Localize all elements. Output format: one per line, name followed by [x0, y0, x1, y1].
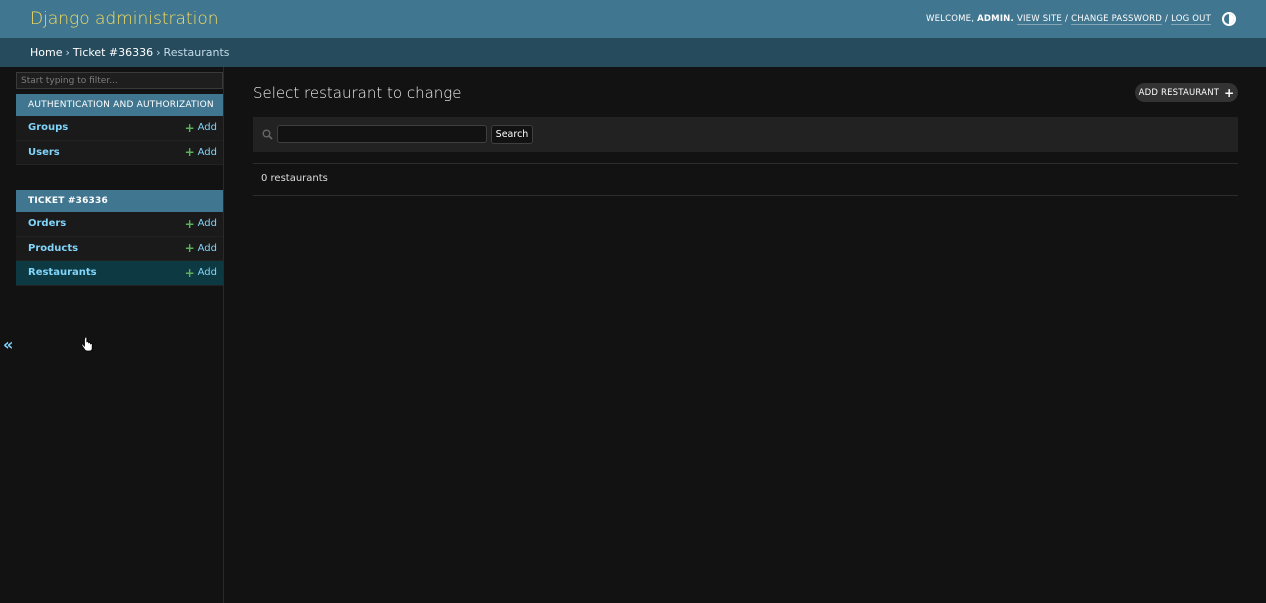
divider: [253, 195, 1238, 196]
user-tools: WELCOME, ADMIN. VIEW SITE / CHANGE PASSW…: [926, 12, 1236, 26]
page-title: Select restaurant to change: [253, 84, 462, 102]
add-products-link[interactable]: + Add: [185, 242, 217, 254]
search-icon: [262, 129, 273, 140]
add-orders-link[interactable]: + Add: [185, 218, 217, 230]
search-toolbar: Search: [253, 117, 1238, 152]
search-button[interactable]: Search: [491, 125, 533, 144]
model-link-restaurants[interactable]: Restaurants: [28, 267, 97, 278]
add-label: Add: [197, 267, 217, 279]
plus-icon: +: [184, 120, 195, 135]
breadcrumb-current: Restaurants: [163, 46, 230, 59]
nav-sidebar: AUTHENTICATION AND AUTHORIZATION Groups …: [15, 67, 224, 603]
add-restaurants-link[interactable]: + Add: [185, 267, 217, 279]
sidebar-item-products: Products + Add: [16, 236, 223, 261]
add-restaurant-button[interactable]: ADD RESTAURANT +: [1135, 83, 1238, 102]
site-header: Django administration WELCOME, ADMIN. VI…: [0, 0, 1266, 38]
hand-cursor-icon: [81, 337, 93, 352]
breadcrumb-home[interactable]: Home: [30, 46, 62, 59]
nav-filter-input[interactable]: [16, 72, 223, 89]
sidebar-item-restaurants: Restaurants + Add: [16, 261, 223, 286]
collapse-sidebar-icon[interactable]: «: [3, 335, 13, 354]
add-label: Add: [197, 146, 217, 158]
plus-icon: +: [184, 145, 195, 160]
plus-icon: +: [1224, 85, 1235, 100]
model-link-orders[interactable]: Orders: [28, 218, 66, 229]
search-input[interactable]: [277, 125, 487, 143]
breadcrumb-separator: ›: [156, 46, 161, 59]
module-auth: AUTHENTICATION AND AUTHORIZATION Groups …: [16, 94, 223, 165]
username: ADMIN.: [977, 14, 1014, 24]
theme-toggle-icon[interactable]: [1222, 12, 1236, 26]
welcome-text: WELCOME,: [925, 14, 975, 24]
module-caption[interactable]: TICKET #36336: [16, 190, 223, 212]
divider: [253, 163, 1238, 164]
breadcrumb-separator: ›: [65, 46, 70, 59]
site-branding[interactable]: Django administration: [30, 9, 219, 29]
sidebar-item-orders: Orders + Add: [16, 212, 223, 237]
separator: /: [1165, 14, 1169, 24]
separator: /: [1065, 14, 1069, 24]
add-label: Add: [197, 122, 217, 134]
model-link-products[interactable]: Products: [28, 243, 78, 254]
breadcrumb-app[interactable]: Ticket #36336: [73, 46, 153, 59]
sidebar-item-users: Users + Add: [16, 140, 223, 165]
result-count: 0 restaurants: [261, 173, 328, 184]
add-users-link[interactable]: + Add: [185, 146, 217, 158]
breadcrumb: Home › Ticket #36336 › Restaurants: [0, 38, 1266, 67]
log-out-link[interactable]: LOG OUT: [1171, 14, 1211, 25]
module-caption[interactable]: AUTHENTICATION AND AUTHORIZATION: [16, 94, 223, 116]
model-link-groups[interactable]: Groups: [28, 122, 68, 133]
model-link-users[interactable]: Users: [28, 147, 60, 158]
add-groups-link[interactable]: + Add: [185, 122, 217, 134]
add-label: Add: [197, 242, 217, 254]
add-label: Add: [197, 218, 217, 230]
sidebar-item-groups: Groups + Add: [16, 116, 223, 141]
plus-icon: +: [184, 265, 195, 280]
change-password-link[interactable]: CHANGE PASSWORD: [1071, 14, 1162, 25]
module-ticket: TICKET #36336 Orders + Add Products + Ad…: [16, 190, 223, 286]
plus-icon: +: [184, 241, 195, 256]
view-site-link[interactable]: VIEW SITE: [1016, 14, 1063, 25]
plus-icon: +: [184, 216, 195, 231]
add-restaurant-label: ADD RESTAURANT: [1138, 87, 1220, 98]
